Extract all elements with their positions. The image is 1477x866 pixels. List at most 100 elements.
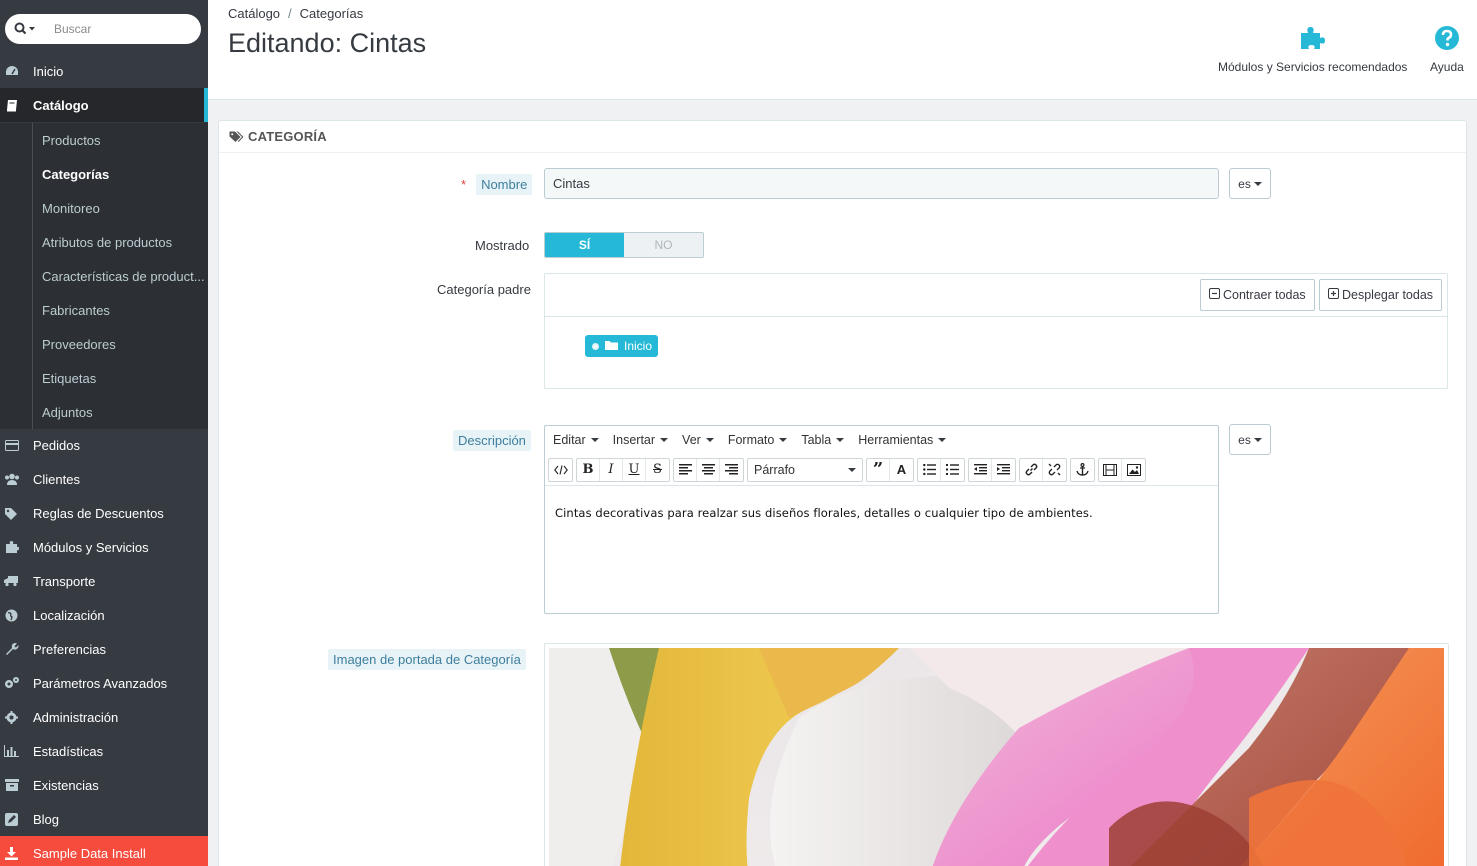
sidebar-item-descuentos[interactable]: Reglas de Descuentos <box>0 496 208 530</box>
bold-icon[interactable]: B <box>577 458 600 481</box>
sidebar-item-sample-data[interactable]: Sample Data Install <box>0 836 208 866</box>
link-icon[interactable] <box>1020 458 1043 481</box>
globe-icon <box>0 609 28 622</box>
align-right-icon[interactable] <box>720 459 743 481</box>
menu-label: Tabla <box>801 433 832 447</box>
book-icon <box>0 99 28 112</box>
description-language-dropdown[interactable]: es <box>1229 424 1271 455</box>
unlink-icon[interactable] <box>1043 459 1066 481</box>
sidebar-item-preferencias[interactable]: Preferencias <box>0 632 208 666</box>
folder-icon <box>605 339 618 353</box>
cover-image-ribbons <box>549 648 1444 866</box>
sidebar-item-label: Localización <box>33 607 105 623</box>
search-icon[interactable] <box>14 22 38 36</box>
underline-icon[interactable]: U <box>623 458 646 481</box>
sidebar-item-administracion[interactable]: Administración <box>0 700 208 734</box>
cover-image <box>544 643 1449 866</box>
format-select[interactable]: Párrafo <box>747 457 863 482</box>
submenu-item-etiquetas[interactable]: Etiquetas <box>32 361 208 395</box>
sidebar-item-blog[interactable]: Blog <box>0 802 208 836</box>
submenu-item-atributos[interactable]: Atributos de productos <box>32 225 208 259</box>
toggle-no[interactable]: NO <box>624 233 703 257</box>
dashboard-icon <box>0 65 28 77</box>
submenu-item-categorias[interactable]: Categorías <box>32 157 208 191</box>
menu-insertar[interactable]: Insertar <box>613 433 669 447</box>
expand-all-button[interactable]: Desplegar todas <box>1319 279 1443 311</box>
submenu-item-fabricantes[interactable]: Fabricantes <box>32 293 208 327</box>
menu-ver[interactable]: Ver <box>682 433 714 447</box>
help-button[interactable]: Ayuda <box>1430 22 1464 74</box>
sidebar-item-localizacion[interactable]: Localización <box>0 598 208 632</box>
recommended-modules-button[interactable]: Módulos y Servicios recomendados <box>1218 22 1407 74</box>
outdent-icon[interactable] <box>969 458 992 481</box>
page-title: Editando: Cintas <box>228 28 427 58</box>
strikethrough-icon[interactable]: S <box>646 459 669 481</box>
sidebar-item-transporte[interactable]: Transporte <box>0 564 208 598</box>
menu-label: Ver <box>682 433 701 447</box>
menu-tabla[interactable]: Tabla <box>801 433 845 447</box>
breadcrumb: Catálogo / Categorías <box>228 6 363 21</box>
collapse-all-button[interactable]: Contraer todas <box>1200 279 1315 311</box>
breadcrumb-categorias[interactable]: Categorías <box>300 6 364 21</box>
radio-selected-icon[interactable] <box>592 342 599 350</box>
sidebar-item-existencias[interactable]: Existencias <box>0 768 208 802</box>
submenu-item-productos[interactable]: Productos <box>32 123 208 157</box>
numbered-list-icon[interactable] <box>941 459 964 481</box>
search-box[interactable] <box>5 14 201 44</box>
panel-heading-label: CATEGORÍA <box>248 129 327 144</box>
shown-toggle[interactable]: SÍ NO <box>544 232 704 258</box>
sidebar-item-estadisticas[interactable]: Estadísticas <box>0 734 208 768</box>
menu-formato[interactable]: Formato <box>728 433 788 447</box>
text-color-icon[interactable]: A <box>890 459 913 481</box>
bar-chart-icon <box>0 745 28 757</box>
sidebar-item-clientes[interactable]: Clientes <box>0 462 208 496</box>
video-icon[interactable] <box>1099 458 1122 481</box>
menu-editar[interactable]: Editar <box>553 433 599 447</box>
align-left-icon[interactable] <box>674 458 697 481</box>
sidebar-item-catalogo[interactable]: Catálogo <box>0 88 208 122</box>
tree-node-inicio[interactable]: Inicio <box>585 335 659 357</box>
format-select-value[interactable]: Párrafo <box>748 459 862 481</box>
toggle-yes[interactable]: SÍ <box>545 233 624 257</box>
align-center-icon[interactable] <box>697 458 720 481</box>
menu-label: Herramientas <box>858 433 934 447</box>
breadcrumb-catalogo[interactable]: Catálogo <box>228 6 280 21</box>
toolbar-group-align <box>673 457 744 482</box>
search-input[interactable] <box>54 22 184 36</box>
bullet-list-icon[interactable] <box>918 458 941 481</box>
cogs-icon <box>0 676 28 690</box>
gear-icon <box>0 710 28 724</box>
name-label: Nombre <box>476 174 533 195</box>
menu-label: Formato <box>727 433 775 447</box>
sidebar-item-parametros[interactable]: Parámetros Avanzados <box>0 666 208 700</box>
sidebar-item-inicio[interactable]: Inicio <box>0 54 208 88</box>
menu-herramientas[interactable]: Herramientas <box>858 433 947 447</box>
image-icon[interactable] <box>1122 459 1145 481</box>
submenu-divider <box>32 123 33 429</box>
cover-image-label: Imagen de portada de Categoría <box>328 649 526 670</box>
shown-label: Mostrado <box>475 238 530 253</box>
sidebar-item-pedidos[interactable]: Pedidos <box>0 428 208 462</box>
italic-icon[interactable]: I <box>600 458 623 481</box>
name-input[interactable]: Cintas <box>544 168 1219 199</box>
submenu-item-caracteristicas[interactable]: Características de product... <box>32 259 208 293</box>
collapse-all-label: Contraer todas <box>1223 288 1306 302</box>
blockquote-icon[interactable]: ” <box>867 458 890 481</box>
indent-icon[interactable] <box>992 459 1015 481</box>
editor-content[interactable]: Cintas decorativas para realzar sus dise… <box>545 486 1218 540</box>
submenu-item-adjuntos[interactable]: Adjuntos <box>32 395 208 429</box>
sidebar-item-modulos[interactable]: Módulos y Servicios <box>0 530 208 564</box>
collapse-icon <box>1209 288 1220 302</box>
cover-image-label-wrap: Imagen de portada de Categoría <box>328 649 526 670</box>
sidebar-item-label: Blog <box>33 811 60 827</box>
toolbar-group-code <box>548 457 573 482</box>
name-language-dropdown[interactable]: es <box>1229 168 1271 199</box>
anchor-icon[interactable] <box>1071 459 1094 481</box>
sidebar-item-label: Inicio <box>33 63 64 79</box>
sidebar-item-label: Estadísticas <box>33 743 104 759</box>
language-code: es <box>1238 432 1251 447</box>
submenu-item-monitoreo[interactable]: Monitoreo <box>32 191 208 225</box>
source-code-icon[interactable] <box>549 459 572 481</box>
submenu-item-proveedores[interactable]: Proveedores <box>32 327 208 361</box>
sidebar-item-label: Clientes <box>33 471 80 487</box>
